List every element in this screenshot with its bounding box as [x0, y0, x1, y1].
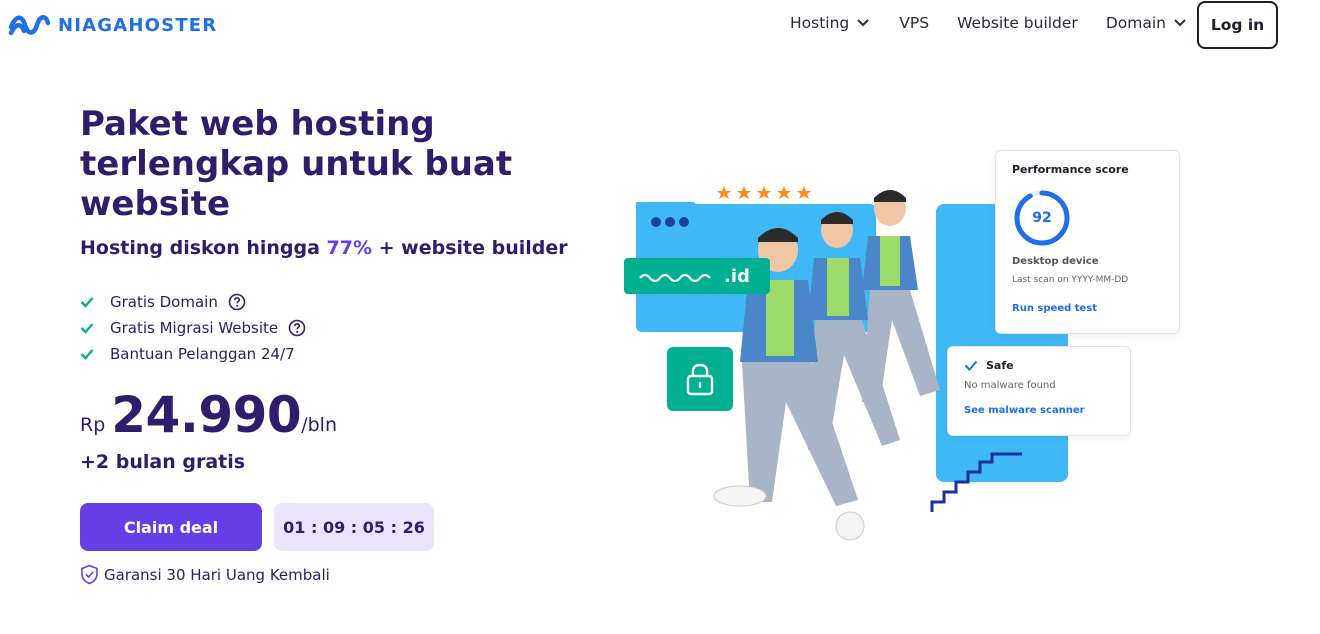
- money-back-guarantee: Garansi 30 Hari Uang Kembali: [80, 564, 330, 585]
- malware-scanner-link[interactable]: See malware scanner: [964, 405, 1114, 416]
- feature-item: Bantuan Pelanggan 24/7: [80, 341, 306, 367]
- brand-name: NIAGAHOSTER: [58, 14, 218, 36]
- feature-label: Gratis Migrasi Website: [110, 319, 279, 337]
- lock-icon: [686, 363, 714, 396]
- performance-score: 92: [1032, 210, 1052, 226]
- feature-list: Gratis Domain Gratis Migrasi Website Ban…: [80, 289, 306, 367]
- hero-illustration: .id Performance score 92 Desktop device …: [600, 140, 1200, 560]
- safe-title: Safe: [986, 359, 1014, 372]
- price-currency: Rp: [80, 414, 106, 436]
- subhead-prefix: Hosting diskon hingga: [80, 237, 327, 259]
- nav-item-label: VPS: [899, 14, 930, 32]
- wave-icon: [639, 273, 711, 282]
- hero-subhead: Hosting diskon hingga 77% + website buil…: [80, 237, 568, 259]
- feature-label: Gratis Domain: [110, 293, 218, 311]
- price-period: /bln: [301, 414, 338, 436]
- nav-item-domain[interactable]: Domain: [1106, 14, 1186, 32]
- help-circle-icon[interactable]: [228, 293, 246, 311]
- domain-tld-badge: .id: [624, 258, 770, 294]
- performance-last-scan: Last scan on YYYY-MM-DD: [1012, 275, 1129, 285]
- hero-headline: Paket web hosting terlengkap untuk buat …: [80, 104, 513, 224]
- rating-stars: [717, 186, 811, 199]
- claim-deal-button[interactable]: Claim deal: [80, 503, 262, 551]
- price-amount: 24.990: [111, 386, 302, 444]
- check-icon: [964, 360, 978, 371]
- nav-item-website-builder[interactable]: Website builder: [957, 14, 1078, 32]
- nav-item-hosting[interactable]: Hosting: [790, 14, 869, 32]
- security-lock-badge: [667, 347, 733, 411]
- chevron-down-icon: [857, 19, 869, 27]
- bonus-text: +2 bulan gratis: [80, 451, 246, 473]
- brand-wave-icon: [8, 15, 50, 36]
- price-display: Rp 24.990 /bln: [80, 386, 337, 444]
- performance-title: Performance score: [1012, 163, 1129, 176]
- performance-gauge: 92: [1012, 188, 1072, 248]
- malware-status: No malware found: [964, 380, 1056, 391]
- feature-item: Gratis Domain: [80, 289, 306, 315]
- guarantee-label: Garansi 30 Hari Uang Kembali: [104, 565, 330, 584]
- check-icon: [80, 297, 94, 308]
- performance-device: Desktop device: [1012, 256, 1099, 267]
- safe-row: Safe: [964, 359, 1114, 372]
- discount-percent: 77%: [326, 237, 373, 259]
- feature-item: Gratis Migrasi Website: [80, 315, 306, 341]
- check-icon: [80, 349, 94, 360]
- site-header: NIAGAHOSTER Hosting VPS Website builder …: [0, 0, 1320, 50]
- domain-tld-label: .id: [724, 265, 750, 287]
- nav-item-label: Domain: [1105, 14, 1166, 32]
- nav-item-vps[interactable]: VPS: [899, 14, 929, 32]
- main-nav: Hosting VPS Website builder Domain: [790, 14, 1186, 32]
- feature-label: Bantuan Pelanggan 24/7: [110, 345, 295, 363]
- subhead-suffix: + website builder: [372, 237, 568, 259]
- performance-score-card: Performance score 92 Desktop device Last…: [995, 150, 1180, 334]
- nav-item-label: Website builder: [957, 14, 1078, 32]
- chevron-down-icon: [1174, 19, 1186, 27]
- malware-status-card: Safe No malware found See malware scanne…: [947, 346, 1131, 436]
- login-button[interactable]: Log in: [1197, 1, 1278, 49]
- nav-item-label: Hosting: [790, 14, 850, 32]
- brand-logo[interactable]: NIAGAHOSTER: [8, 11, 217, 39]
- check-icon: [80, 323, 94, 334]
- countdown-timer: 01 : 09 : 05 : 26: [274, 503, 434, 551]
- run-speed-test-link[interactable]: Run speed test: [1012, 303, 1163, 314]
- shield-check-icon: [81, 564, 98, 585]
- help-circle-icon[interactable]: [288, 319, 306, 337]
